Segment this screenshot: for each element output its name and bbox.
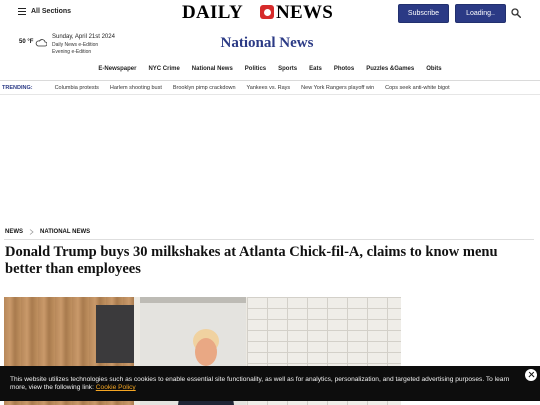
search-icon[interactable] — [511, 8, 521, 18]
cookie-message: This website utilizes technologies such … — [10, 376, 522, 393]
nav-divider — [0, 80, 540, 81]
close-icon[interactable] — [525, 369, 537, 381]
breadcrumb-news[interactable]: NEWS — [5, 229, 23, 235]
nav-item-obits[interactable]: Obits — [420, 66, 447, 72]
nav-item-photos[interactable]: Photos — [328, 66, 360, 72]
nav-item-e-newspaper[interactable]: E-Newspaper — [92, 66, 142, 72]
trending-item[interactable]: New York Rangers playoff win — [301, 85, 374, 91]
nav-item-national-news[interactable]: National News — [186, 66, 239, 72]
nav-item-eats[interactable]: Eats — [303, 66, 328, 72]
logo-word-daily: DAILY — [182, 2, 243, 23]
all-sections-label: All Sections — [31, 8, 72, 15]
nav-item-sports[interactable]: Sports — [272, 66, 303, 72]
trending-item[interactable]: Harlem shooting bust — [110, 85, 162, 91]
trending-label: TRENDING: — [2, 85, 33, 91]
breadcrumb-divider — [4, 239, 534, 240]
cookie-banner: This website utilizes technologies such … — [0, 366, 540, 401]
subscribe-button[interactable]: Subscribe — [398, 4, 449, 23]
login-button[interactable]: Loading.. — [455, 4, 506, 23]
trending-item[interactable]: Cops seek anti-white bigot — [385, 85, 450, 91]
hamburger-icon — [18, 8, 26, 15]
nav-item-nyc-crime[interactable]: NYC Crime — [142, 66, 185, 72]
cookie-text: This website utilizes technologies such … — [10, 376, 510, 392]
all-sections-button[interactable]: All Sections — [18, 8, 71, 15]
chevron-right-icon — [29, 229, 34, 235]
trending-bar: TRENDING: Columbia protests Harlem shoot… — [2, 85, 461, 91]
main-nav: E-Newspaper NYC Crime National News Poli… — [0, 66, 540, 72]
cookie-policy-link[interactable]: Cookie Policy — [96, 384, 136, 391]
breadcrumb: NEWS NATIONAL NEWS — [5, 229, 90, 235]
trending-item[interactable]: Columbia protests — [55, 85, 99, 91]
trending-item[interactable]: Yankees vs. Rays — [247, 85, 291, 91]
breadcrumb-national-news[interactable]: NATIONAL NEWS — [40, 229, 90, 235]
article-headline: Donald Trump buys 30 milkshakes at Atlan… — [5, 244, 498, 277]
trending-divider — [0, 94, 540, 95]
hero-dark-panel — [96, 305, 134, 363]
logo-word-news: NEWS — [276, 2, 334, 23]
daily-news-logo[interactable]: DAILY NEWS — [182, 2, 354, 23]
site-header: All Sections DAILY NEWS Subscribe Loadin… — [0, 0, 540, 30]
nav-item-politics[interactable]: Politics — [239, 66, 272, 72]
section-title: National News — [220, 35, 314, 51]
camera-icon — [260, 5, 274, 19]
nav-item-puzzles-games[interactable]: Puzzles &Games — [360, 66, 420, 72]
trending-item[interactable]: Brooklyn pimp crackdown — [173, 85, 236, 91]
